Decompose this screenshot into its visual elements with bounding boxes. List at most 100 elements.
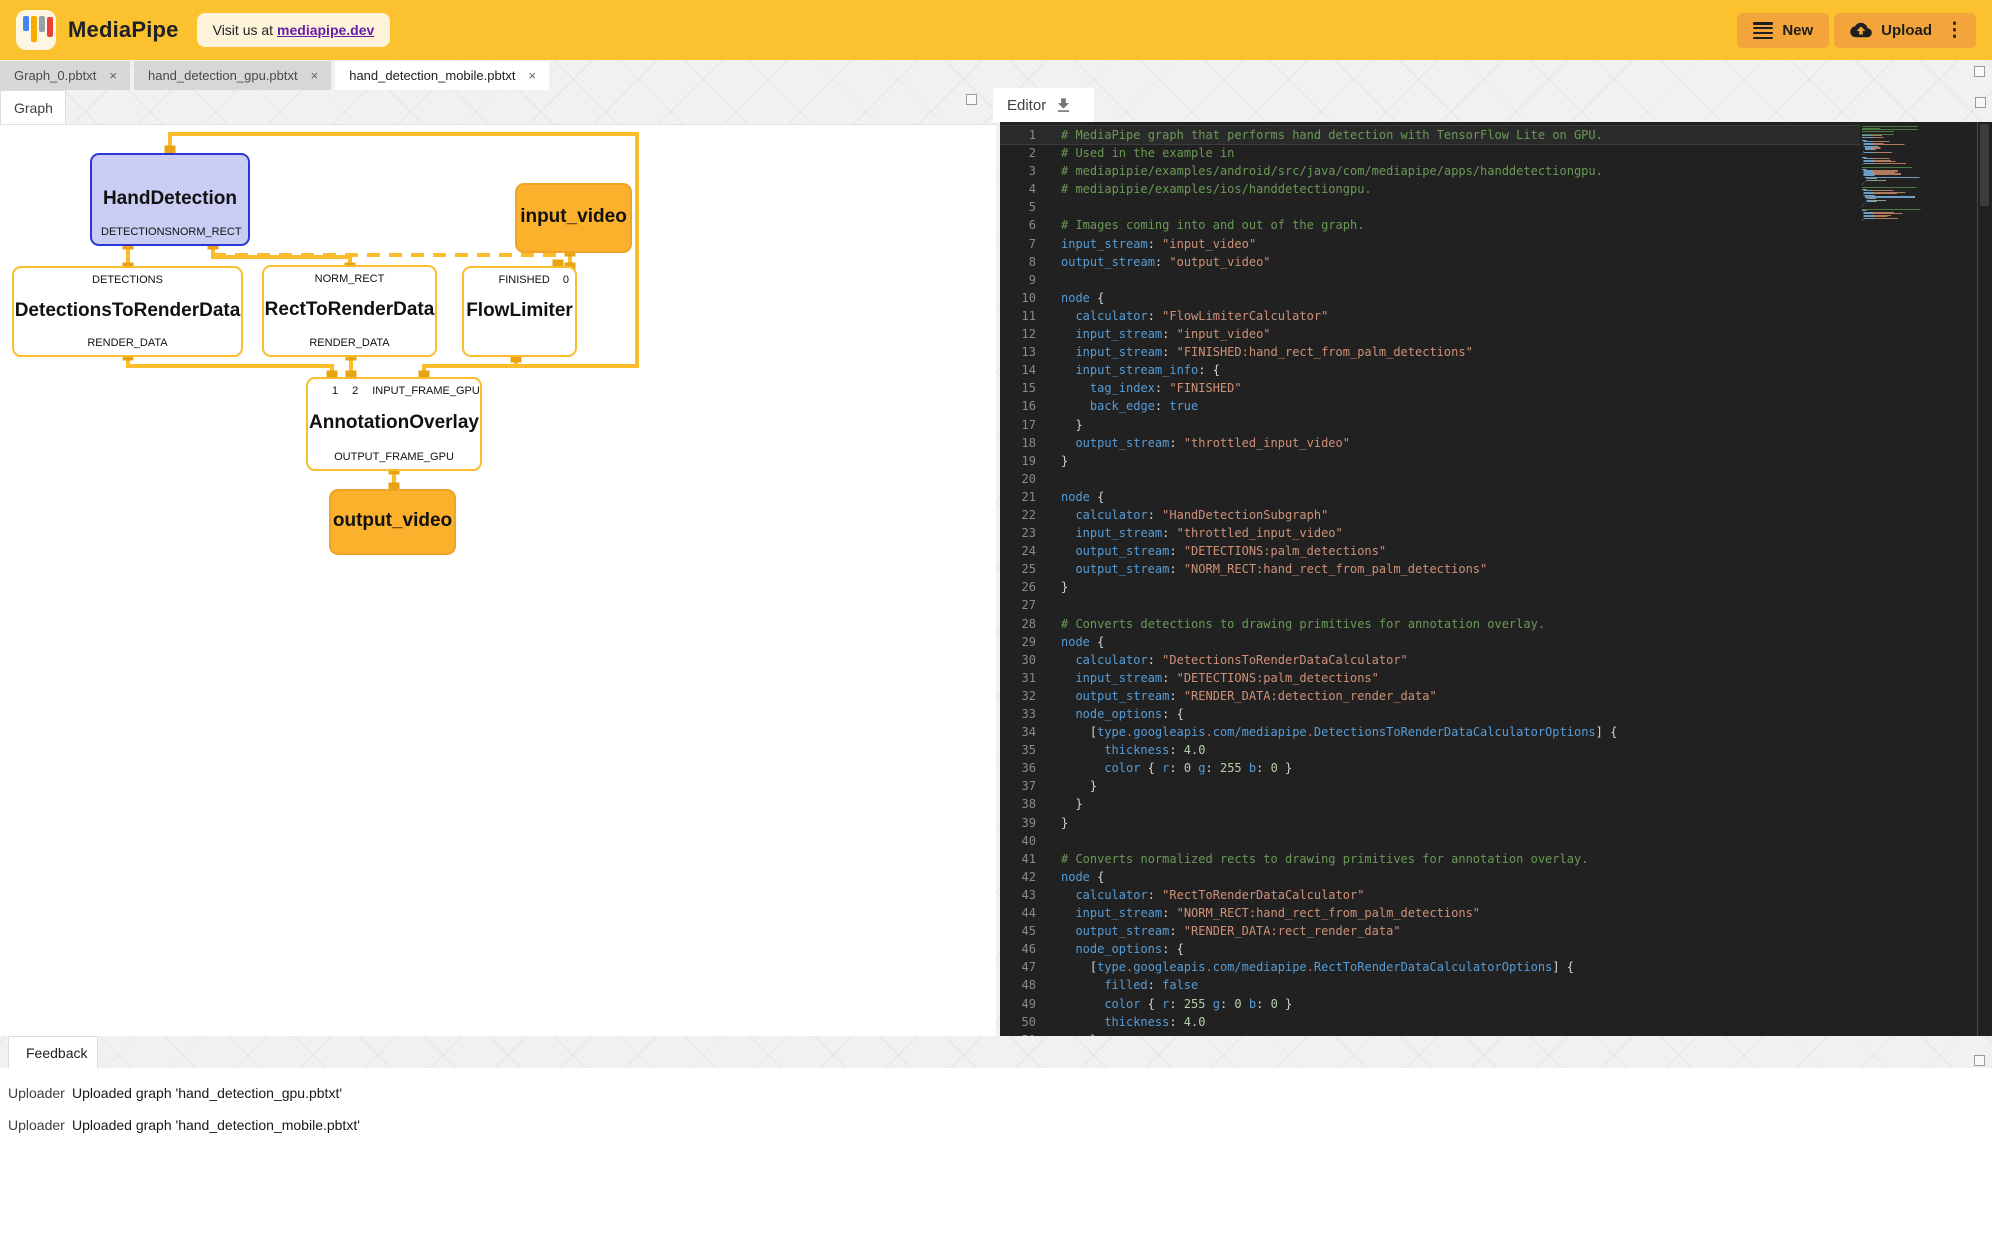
code-line: 48filled: false <box>1000 976 1860 994</box>
node-output-ports: RENDER_DATA <box>14 337 241 349</box>
code-line: 23input_stream: "throttled_input_video" <box>1000 524 1860 542</box>
port-label: FINISHED <box>499 274 550 286</box>
graph-node-output-video[interactable]: output_video <box>329 489 456 555</box>
code-text: thickness: 4.0 <box>1036 741 1205 759</box>
code-text: node { <box>1036 633 1104 651</box>
code-text: output_stream: "NORM_RECT:hand_rect_from… <box>1036 560 1487 578</box>
graph-tab-label: Graph <box>14 100 53 116</box>
graph-panel-expand-icon[interactable] <box>966 94 977 105</box>
upload-button[interactable]: Upload ⋮ <box>1834 13 1976 48</box>
download-icon[interactable] <box>1054 96 1073 115</box>
code-text: thickness: 4.0 <box>1036 1013 1205 1031</box>
upload-button-label: Upload <box>1881 22 1932 39</box>
code-line: 31input_stream: "DETECTIONS:palm_detecti… <box>1000 669 1860 687</box>
line-number: 43 <box>1000 886 1036 904</box>
port-label: DETECTIONS <box>92 274 163 286</box>
file-tab-label: Graph_0.pbtxt <box>14 68 96 83</box>
tab-feedback[interactable]: Feedback <box>8 1036 98 1068</box>
code-text: input_stream: "input_video" <box>1036 235 1256 253</box>
graph-edges <box>0 125 996 1036</box>
code-line: 16back_edge: true <box>1000 397 1860 415</box>
code-line: 40 <box>1000 832 1860 850</box>
editor-panel-expand-icon[interactable] <box>1975 97 1986 108</box>
graph-node-annotation-overlay[interactable]: 12INPUT_FRAME_GPUAnnotationOverlayOUTPUT… <box>306 377 482 471</box>
node-input-ports: DETECTIONS <box>14 274 241 286</box>
code-text: # Used in the example in <box>1036 144 1234 162</box>
port-label: RENDER_DATA <box>309 337 389 349</box>
file-tab-graph-0-pbtxt[interactable]: Graph_0.pbtxt × <box>0 61 130 90</box>
line-number: 10 <box>1000 289 1036 307</box>
close-icon[interactable]: × <box>525 67 539 84</box>
logo-bar <box>39 16 45 32</box>
line-number: 13 <box>1000 343 1036 361</box>
visit-text: Visit us at <box>213 22 273 38</box>
file-tab-hand-detection-mobile-pbtxt[interactable]: hand_detection_mobile.pbtxt× <box>335 61 549 90</box>
code-text: color { r: 0 g: 255 b: 0 } <box>1036 759 1292 777</box>
minimap[interactable] <box>1862 126 1948 222</box>
tabbar-expand-icon[interactable] <box>1974 66 1985 77</box>
code-line: 42node { <box>1000 868 1860 886</box>
code-text: } <box>1036 777 1097 795</box>
code-line: 41# Converts normalized rects to drawing… <box>1000 850 1860 868</box>
feedback-row: UploaderUploaded graph 'hand_detection_m… <box>0 1117 1992 1139</box>
feedback-log: UploaderUploaded graph 'hand_detection_g… <box>0 1068 1992 1236</box>
line-number: 47 <box>1000 958 1036 976</box>
editor-scrollbar-thumb[interactable] <box>1980 124 1989 206</box>
graph-node-input-video[interactable]: input_video <box>515 183 632 253</box>
node-title: HandDetection <box>92 188 248 210</box>
node-title: RectToRenderData <box>264 299 435 321</box>
line-number: 49 <box>1000 995 1036 1013</box>
graph-canvas[interactable]: HandDetectionDETECTIONSNORM_RECT input_vi… <box>0 124 996 1036</box>
kebab-menu-icon[interactable]: ⋮ <box>1941 19 1968 42</box>
line-number: 46 <box>1000 940 1036 958</box>
node-title: FlowLimiter <box>464 300 575 322</box>
line-number: 36 <box>1000 759 1036 777</box>
code-text: # mediapipie/examples/ios/handdetectiong… <box>1036 180 1372 198</box>
line-number: 6 <box>1000 216 1036 234</box>
code-line: 20 <box>1000 470 1860 488</box>
graph-edge-normrect-backedge-to-flowlimiter-finished <box>213 255 558 265</box>
port-label: 1 <box>332 385 338 397</box>
code-text: # Images coming into and out of the grap… <box>1036 216 1364 234</box>
tab-editor[interactable]: Editor <box>993 88 1094 122</box>
node-title: DetectionsToRenderData <box>14 300 241 322</box>
code-text <box>1036 832 1061 850</box>
close-icon[interactable]: × <box>106 67 120 84</box>
line-number: 15 <box>1000 379 1036 397</box>
code-text: input_stream_info: { <box>1036 361 1220 379</box>
code-line: 35thickness: 4.0 <box>1000 741 1860 759</box>
node-title: AnnotationOverlay <box>308 412 480 434</box>
graph-node-detections-to-render-data[interactable]: DETECTIONS DetectionsToRenderData RENDER_D… <box>12 266 243 357</box>
line-number: 31 <box>1000 669 1036 687</box>
close-icon[interactable]: × <box>308 67 322 84</box>
logo-bar <box>23 16 29 31</box>
graph-node-hand-detection[interactable]: HandDetectionDETECTIONSNORM_RECT <box>90 153 250 246</box>
file-tab-hand-detection-gpu-pbtxt[interactable]: hand_detection_gpu.pbtxt× <box>134 61 331 90</box>
feedback-source: Uploader <box>0 1117 64 1139</box>
line-number: 34 <box>1000 723 1036 741</box>
graph-node-rect-to-render-data[interactable]: NORM_RECTRectToRenderDataRENDER_DATA <box>262 265 437 357</box>
code-line: 45output_stream: "RENDER_DATA:rect_rende… <box>1000 922 1860 940</box>
line-number: 29 <box>1000 633 1036 651</box>
line-number: 1 <box>1000 126 1036 144</box>
code-editor[interactable]: 1# MediaPipe graph that performs hand de… <box>1000 122 1992 1036</box>
line-number: 32 <box>1000 687 1036 705</box>
line-number: 12 <box>1000 325 1036 343</box>
code-text: output_stream: "output_video" <box>1036 253 1271 271</box>
code-text: } <box>1036 452 1068 470</box>
new-button[interactable]: New <box>1737 13 1829 48</box>
app-header: MediaPipe Visit us at mediapipe.dev New … <box>0 0 1992 60</box>
mediapipe-dev-link[interactable]: mediapipe.dev <box>277 22 374 38</box>
feedback-panel-expand-icon[interactable] <box>1974 1055 1985 1066</box>
code-text: node { <box>1036 868 1104 886</box>
code-text: [type.googleapis.com/mediapipe.RectToRen… <box>1036 958 1574 976</box>
graph-node-flow-limiter[interactable]: FINISHED0FlowLimiter <box>462 266 577 357</box>
workspace: Graph_0.pbtxt×hand_detection_gpu.pbtxt×h… <box>0 60 1992 1068</box>
code-text: filled: false <box>1036 976 1198 994</box>
code-lines[interactable]: 1# MediaPipe graph that performs hand de… <box>1000 126 1860 1036</box>
editor-right-rule <box>1977 122 1978 1036</box>
code-line: 17} <box>1000 416 1860 434</box>
code-text: node { <box>1036 488 1104 506</box>
tab-graph[interactable]: Graph <box>0 90 66 124</box>
mediapipe-logo-icon <box>16 10 56 50</box>
